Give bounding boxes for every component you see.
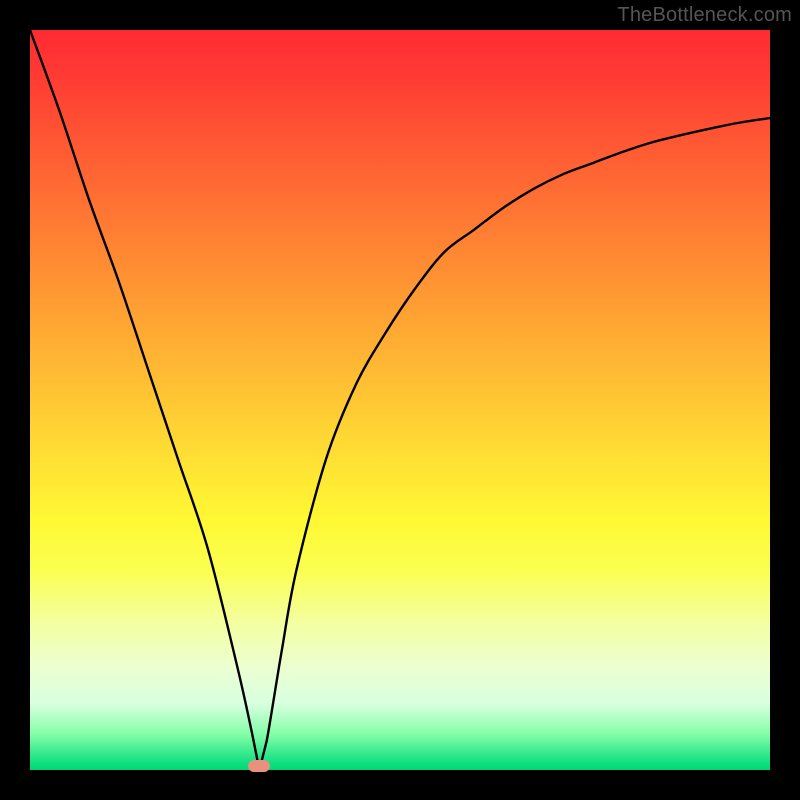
optimal-point-marker: [248, 760, 270, 772]
bottleneck-curve: [30, 30, 770, 770]
chart-frame: TheBottleneck.com: [0, 0, 800, 800]
plot-area: [30, 30, 770, 770]
watermark-text: TheBottleneck.com: [617, 4, 792, 27]
